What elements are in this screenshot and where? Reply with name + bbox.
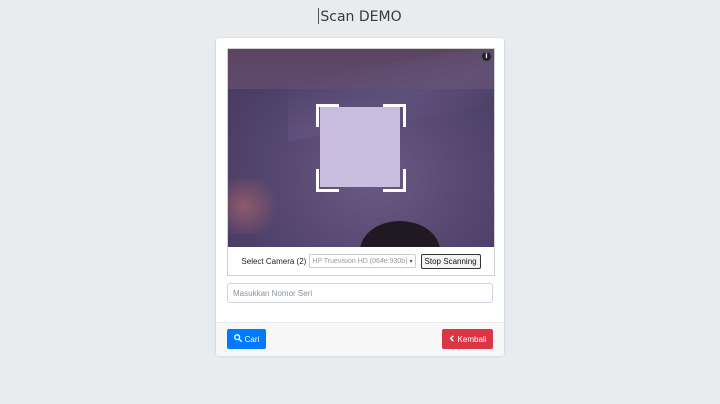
page-title: Scan DEMO	[0, 8, 720, 25]
search-icon	[233, 334, 242, 344]
scan-corner-bottom-left	[316, 169, 339, 192]
page-title-text: Scan DEMO	[320, 9, 402, 25]
info-icon[interactable]: i	[482, 52, 491, 61]
scan-corner-top-right	[383, 104, 406, 127]
scanner-controls: Select Camera (2) HP Truevision HD (064e…	[228, 251, 494, 271]
back-button[interactable]: Kembali	[442, 329, 493, 349]
stop-scanning-button[interactable]: Stop Scanning	[420, 253, 481, 269]
card-footer: Cari Kembali	[216, 322, 504, 356]
preview-decoration	[228, 179, 283, 234]
chevron-left-icon	[449, 334, 455, 344]
preview-person	[360, 221, 440, 247]
scan-corner-bottom-right	[383, 169, 406, 192]
back-button-label: Kembali	[457, 334, 487, 344]
camera-select[interactable]: HP Truevision HD (064e:930b) ▾	[309, 254, 416, 268]
search-button-label: Cari	[244, 334, 260, 344]
camera-label: Select Camera (2)	[241, 256, 307, 266]
search-button[interactable]: Cari	[227, 329, 266, 349]
scan-card: i Select Camera (2) HP Truevision HD (06…	[216, 38, 504, 356]
serial-number-input[interactable]	[227, 283, 493, 303]
chevron-down-icon: ▾	[409, 258, 413, 265]
camera-preview: i	[228, 49, 494, 247]
qr-scanner: i Select Camera (2) HP Truevision HD (06…	[227, 48, 495, 276]
camera-select-value: HP Truevision HD (064e:930b)	[312, 257, 408, 265]
scan-corner-top-left	[316, 104, 339, 127]
